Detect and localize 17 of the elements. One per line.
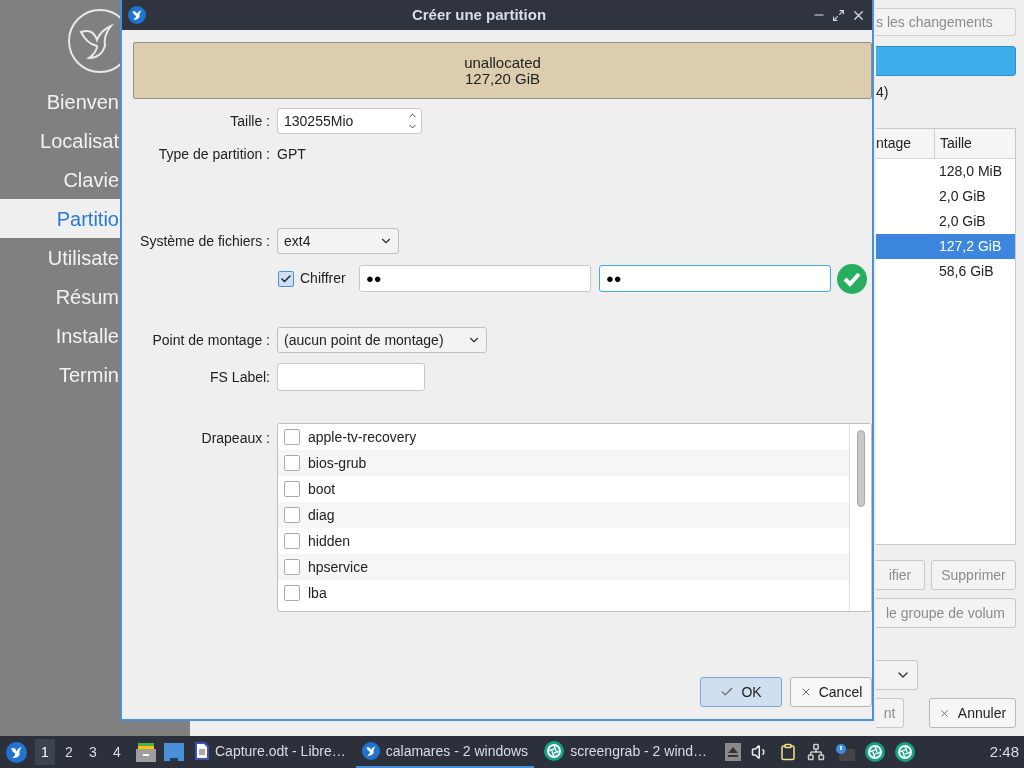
- window-title: Créer une partition: [410, 4, 548, 25]
- table-cell-text: 2,0 GiB: [938, 187, 987, 206]
- field-label: Type de partition :: [158, 144, 270, 164]
- table-cell-text: 127,2 GiB: [938, 237, 1003, 256]
- partition-type-value: GPT: [277, 144, 306, 164]
- partition-name: unallocated: [464, 54, 541, 71]
- device-label: 4): [876, 83, 890, 102]
- field-label: FS Label:: [210, 367, 270, 387]
- table-cell-text: 2,0 GiB: [938, 212, 987, 231]
- field-label: Taille :: [230, 111, 270, 131]
- table-cell-text: 58,6 GiB: [938, 262, 995, 281]
- field-label: Point de montage :: [152, 330, 270, 350]
- partition-size: 127,20 GiB: [464, 70, 541, 87]
- table-cell-text: 128,0 MiB: [938, 162, 1004, 181]
- checkbox-label: Chiffrer: [300, 269, 347, 288]
- clock: 2:48: [989, 741, 1019, 762]
- field-label: Drapeaux :: [201, 429, 270, 448]
